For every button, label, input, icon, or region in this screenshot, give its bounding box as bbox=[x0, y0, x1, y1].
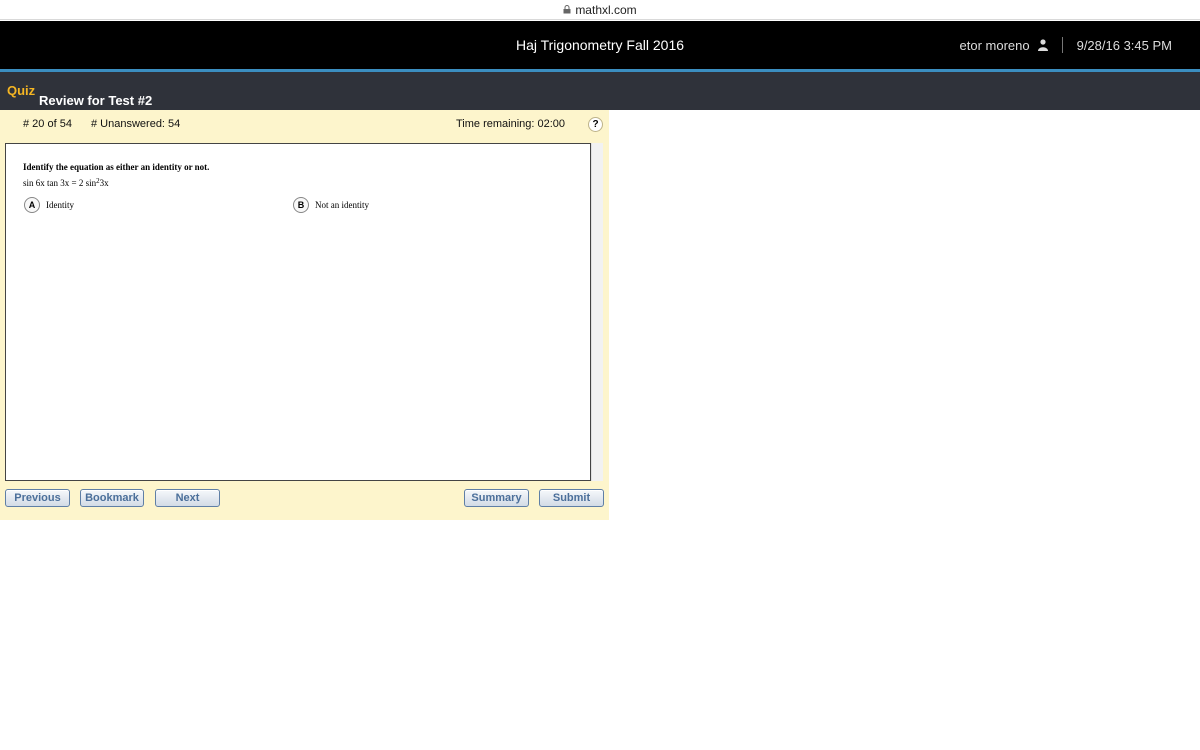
question-number[interactable]: # 20 of 54 bbox=[23, 118, 72, 130]
previous-button[interactable]: Previous bbox=[5, 489, 70, 507]
choice-a[interactable]: A Identity bbox=[24, 197, 74, 213]
quiz-status-row: # 20 of 54 # Unanswered: 54 Time remaini… bbox=[0, 110, 609, 140]
choice-a-text: Identity bbox=[46, 200, 74, 210]
submit-button[interactable]: Submit bbox=[539, 489, 604, 507]
choice-b[interactable]: B Not an identity bbox=[293, 197, 369, 213]
quiz-type-label: Quiz bbox=[7, 83, 36, 98]
summary-button[interactable]: Summary bbox=[464, 489, 529, 507]
equation-left: sin 6x tan 3x = 2 sin bbox=[23, 178, 97, 188]
user-name[interactable]: etor moreno bbox=[960, 38, 1030, 53]
help-icon[interactable]: ? bbox=[588, 117, 603, 132]
browser-url: mathxl.com bbox=[575, 2, 637, 17]
choice-b-letter[interactable]: B bbox=[293, 197, 309, 213]
user-area: etor moreno 9/28/16 3:45 PM bbox=[960, 37, 1172, 53]
header-divider bbox=[1061, 37, 1063, 53]
bookmark-button[interactable]: Bookmark bbox=[80, 489, 144, 507]
course-header: Haj Trigonometry Fall 2016 etor moreno 9… bbox=[0, 21, 1200, 69]
user-icon[interactable] bbox=[1037, 39, 1048, 51]
quiz-title: Review for Test #2 bbox=[39, 93, 153, 108]
lock-icon bbox=[563, 5, 571, 14]
question-box: Identify the equation as either an ident… bbox=[5, 143, 591, 481]
quiz-panel: # 20 of 54 # Unanswered: 54 Time remaini… bbox=[0, 110, 609, 520]
next-button[interactable]: Next bbox=[155, 489, 220, 507]
question-instruction: Identify the equation as either an ident… bbox=[23, 162, 210, 172]
choice-a-letter[interactable]: A bbox=[24, 197, 40, 213]
question-equation: sin 6x tan 3x = 2 sin23x bbox=[23, 177, 109, 188]
question-scrollbar[interactable] bbox=[591, 143, 603, 481]
header-datetime: 9/28/16 3:45 PM bbox=[1076, 37, 1172, 53]
time-remaining: Time remaining: 02:00 bbox=[456, 118, 566, 130]
browser-address-bar[interactable]: mathxl.com bbox=[0, 0, 1200, 20]
choice-b-text: Not an identity bbox=[315, 200, 369, 210]
equation-right: 3x bbox=[99, 178, 109, 188]
unanswered-count: # Unanswered: 54 bbox=[91, 118, 181, 130]
quiz-header: Quiz Review for Test #2 bbox=[0, 72, 1200, 110]
